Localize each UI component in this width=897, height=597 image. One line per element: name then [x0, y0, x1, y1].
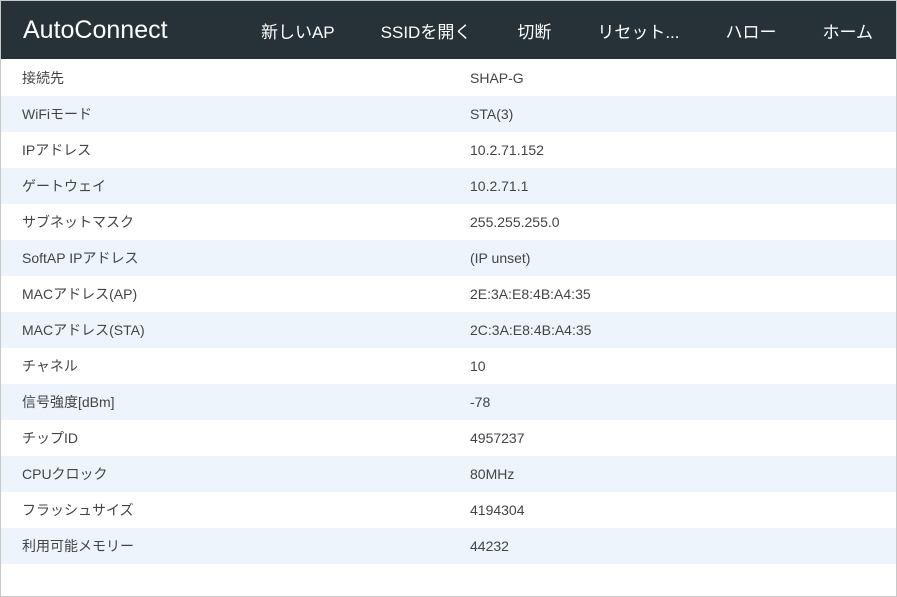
menu-hello[interactable]: ハロー: [703, 1, 800, 59]
table-row: IPアドレス 10.2.71.152: [1, 132, 896, 168]
row-value: 10: [470, 358, 486, 374]
row-value: 4194304: [470, 502, 525, 518]
table-row: CPUクロック 80MHz: [1, 456, 896, 492]
row-value: 2C:3A:E8:4B:A4:35: [470, 322, 592, 338]
row-value: 80MHz: [470, 466, 515, 482]
table-row: サブネットマスク 255.255.255.0: [1, 204, 896, 240]
menu-new-ap[interactable]: 新しいAP: [238, 1, 358, 59]
row-value: SHAP-G: [470, 70, 524, 86]
table-row: ゲートウェイ 10.2.71.1: [1, 168, 896, 204]
main-menu: 新しいAP SSIDを開く 切断 リセット... ハロー ホーム: [238, 1, 896, 59]
row-key: 信号強度[dBm]: [22, 394, 115, 410]
row-key: チップID: [22, 430, 78, 446]
row-key: SoftAP IPアドレス: [22, 250, 139, 266]
menu-disconnect[interactable]: 切断: [494, 1, 574, 59]
row-key: IPアドレス: [22, 142, 92, 158]
row-key: MACアドレス(STA): [22, 322, 145, 338]
row-key: 接続先: [22, 70, 64, 86]
menu-reset[interactable]: リセット...: [574, 1, 702, 59]
brand-title: AutoConnect: [23, 15, 168, 44]
row-key: サブネットマスク: [22, 214, 134, 230]
row-value: 255.255.255.0: [470, 214, 560, 230]
row-value: 44232: [470, 538, 509, 554]
table-row: 利用可能メモリー 44232: [1, 528, 896, 564]
table-row: 信号強度[dBm] -78: [1, 384, 896, 420]
status-table: 接続先 SHAP-G WiFiモード STA(3) IPアドレス 10.2.71…: [1, 60, 896, 564]
table-row: チャネル 10: [1, 348, 896, 384]
row-value: 4957237: [470, 430, 525, 446]
row-value: (IP unset): [470, 250, 531, 266]
row-key: フラッシュサイズ: [22, 502, 134, 518]
header-bar: AutoConnect 新しいAP SSIDを開く 切断 リセット... ハロー…: [1, 1, 896, 59]
row-value: 10.2.71.152: [470, 142, 544, 158]
table-row: WiFiモード STA(3): [1, 96, 896, 132]
table-row: 接続先 SHAP-G: [1, 60, 896, 96]
row-key: MACアドレス(AP): [22, 286, 138, 302]
row-key: WiFiモード: [22, 106, 92, 122]
row-key: チャネル: [22, 358, 78, 374]
page-frame: AutoConnect 新しいAP SSIDを開く 切断 リセット... ハロー…: [0, 0, 897, 597]
row-key: 利用可能メモリー: [22, 538, 134, 554]
menu-open-ssids[interactable]: SSIDを開く: [358, 1, 495, 59]
menu-home[interactable]: ホーム: [800, 1, 897, 59]
row-key: ゲートウェイ: [22, 178, 106, 194]
table-row: SoftAP IPアドレス (IP unset): [1, 240, 896, 276]
table-row: フラッシュサイズ 4194304: [1, 492, 896, 528]
table-row: チップID 4957237: [1, 420, 896, 456]
row-value: 10.2.71.1: [470, 178, 529, 194]
table-row: MACアドレス(STA) 2C:3A:E8:4B:A4:35: [1, 312, 896, 348]
table-row: MACアドレス(AP) 2E:3A:E8:4B:A4:35: [1, 276, 896, 312]
row-value: 2E:3A:E8:4B:A4:35: [470, 286, 591, 302]
row-value: -78: [470, 394, 491, 410]
row-key: CPUクロック: [22, 466, 108, 482]
row-value: STA(3): [470, 106, 514, 122]
